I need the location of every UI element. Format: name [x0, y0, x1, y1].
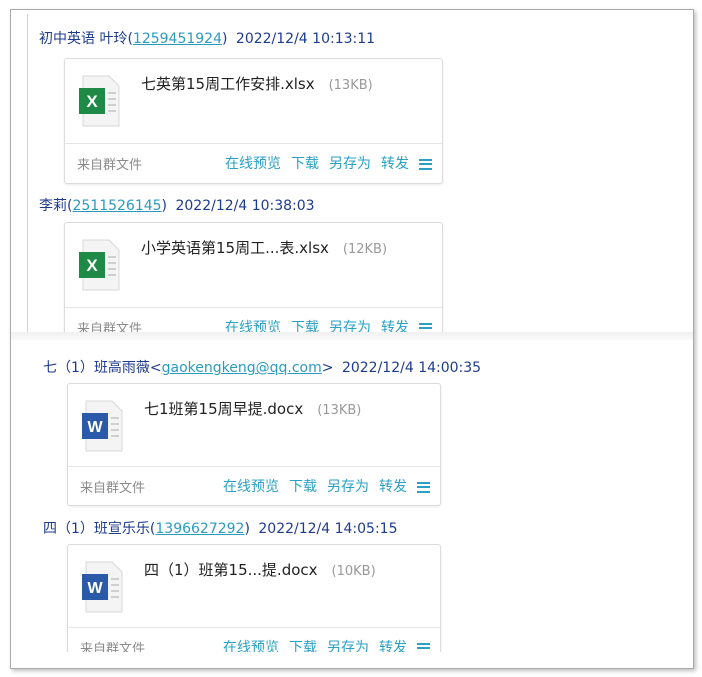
sender-name: 初中英语 叶玲(	[39, 31, 133, 47]
file-actions: 在线预览 下载 另存为 转发	[213, 637, 430, 652]
online-preview-link[interactable]: 在线预览	[225, 320, 281, 332]
file-name[interactable]: 七英第15周工作安排.xlsx	[141, 75, 315, 93]
chat-panel-top: 初中英语 叶玲(1259451924) 2022/12/4 10:13:11 X…	[28, 10, 688, 332]
file-size: (12KB)	[342, 242, 388, 257]
message-header: 李莉(2511526145) 2022/12/4 10:38:03	[39, 198, 315, 214]
forward-link[interactable]: 转发	[381, 320, 409, 332]
message-time: 2022/12/4 10:13:11	[235, 31, 376, 47]
download-link[interactable]: 下载	[289, 640, 317, 652]
file-card[interactable]: W 四（1）班第15...提.docx (10KB) 来自群文件 在线预览 下载 另存…	[67, 544, 441, 652]
file-name[interactable]: 七1班第15周早提.docx	[144, 400, 303, 418]
svg-text:X: X	[86, 92, 98, 111]
svg-text:W: W	[87, 580, 103, 597]
download-link[interactable]: 下载	[289, 479, 317, 495]
file-source-label: 来自群文件	[77, 322, 143, 332]
message-header: 七（1）班高雨薇<gaokengkeng@qq.com> 2022/12/4 1…	[43, 360, 482, 376]
card-divider	[68, 466, 440, 467]
online-preview-link[interactable]: 在线预览	[225, 156, 281, 172]
card-divider	[68, 627, 440, 628]
message-time: 2022/12/4 10:38:03	[175, 198, 315, 214]
download-link[interactable]: 下载	[291, 320, 319, 332]
word-icon: W	[82, 561, 123, 613]
card-divider	[65, 307, 442, 308]
file-name[interactable]: 四（1）班第15...提.docx	[144, 561, 318, 579]
save-as-link[interactable]: 另存为	[329, 320, 371, 332]
screenshot-seam	[11, 332, 693, 340]
download-link[interactable]: 下载	[291, 156, 319, 172]
sender-contact-link[interactable]: 2511526145	[72, 198, 161, 214]
sender-contact-link[interactable]: gaokengkeng@qq.com	[162, 360, 322, 376]
file-source-label: 来自群文件	[80, 481, 146, 496]
hamburger-menu-icon[interactable]	[417, 642, 430, 652]
excel-icon: X	[79, 239, 120, 291]
sender-name: 四（1）班宣乐乐(	[43, 521, 156, 537]
file-size: (13KB)	[317, 403, 362, 418]
file-source-label: 来自群文件	[77, 158, 143, 173]
file-size: (10KB)	[331, 564, 376, 579]
svg-text:W: W	[87, 419, 103, 436]
message-header: 四（1）班宣乐乐(1396627292) 2022/12/4 14:05:15	[43, 521, 398, 537]
message-time: 2022/12/4 14:05:15	[258, 521, 398, 537]
message-header: 初中英语 叶玲(1259451924) 2022/12/4 10:13:11	[39, 31, 376, 47]
forward-link[interactable]: 转发	[379, 640, 407, 652]
excel-icon: X	[79, 75, 120, 127]
save-as-link[interactable]: 另存为	[329, 156, 371, 172]
hamburger-menu-icon[interactable]	[419, 158, 432, 170]
online-preview-link[interactable]: 在线预览	[223, 640, 279, 652]
sender-contact-link[interactable]: 1396627292	[155, 521, 244, 537]
forward-link[interactable]: 转发	[379, 479, 407, 495]
forward-link[interactable]: 转发	[381, 156, 409, 172]
file-card[interactable]: X 小学英语第15周工...表.xlsx (12KB) 来自群文件 在线预览 下载另…	[64, 222, 443, 332]
file-size: (13KB)	[328, 78, 373, 93]
file-actions: 在线预览 下载 另存为 转发	[213, 476, 430, 496]
file-name[interactable]: 小学英语第15周工...表.xlsx	[141, 239, 329, 257]
online-preview-link[interactable]: 在线预览	[223, 479, 279, 495]
file-card[interactable]: X 七英第15周工作安排.xlsx (13KB) 来自群文件 在线预览 下载 另存为转…	[64, 58, 443, 184]
hamburger-menu-icon[interactable]	[417, 481, 430, 493]
file-source-label: 来自群文件	[80, 642, 146, 652]
chat-panel-bottom: 七（1）班高雨薇<gaokengkeng@qq.com> 2022/12/4 1…	[25, 340, 687, 652]
chat-history-window: 初中英语 叶玲(1259451924) 2022/12/4 10:13:11 X…	[10, 9, 694, 669]
file-actions: 在线预览 下载 另存为 转发	[215, 317, 432, 332]
svg-text:X: X	[86, 256, 98, 275]
sender-contact-link[interactable]: 1259451924	[133, 31, 222, 47]
sender-name: 七（1）班高雨薇<	[43, 360, 162, 376]
file-card[interactable]: W 七1班第15周早提.docx (13KB) 来自群文件 在线预览 下载 另存为 转发	[67, 383, 441, 506]
hamburger-menu-icon[interactable]	[419, 322, 432, 332]
save-as-link[interactable]: 另存为	[327, 479, 369, 495]
message-time: 2022/12/4 14:00:35	[341, 360, 482, 376]
word-icon: W	[82, 400, 123, 452]
save-as-link[interactable]: 另存为	[327, 640, 369, 652]
file-actions: 在线预览 下载 另存为 转发	[215, 153, 432, 173]
card-divider	[65, 143, 442, 144]
sender-name: 李莉(	[39, 198, 73, 214]
